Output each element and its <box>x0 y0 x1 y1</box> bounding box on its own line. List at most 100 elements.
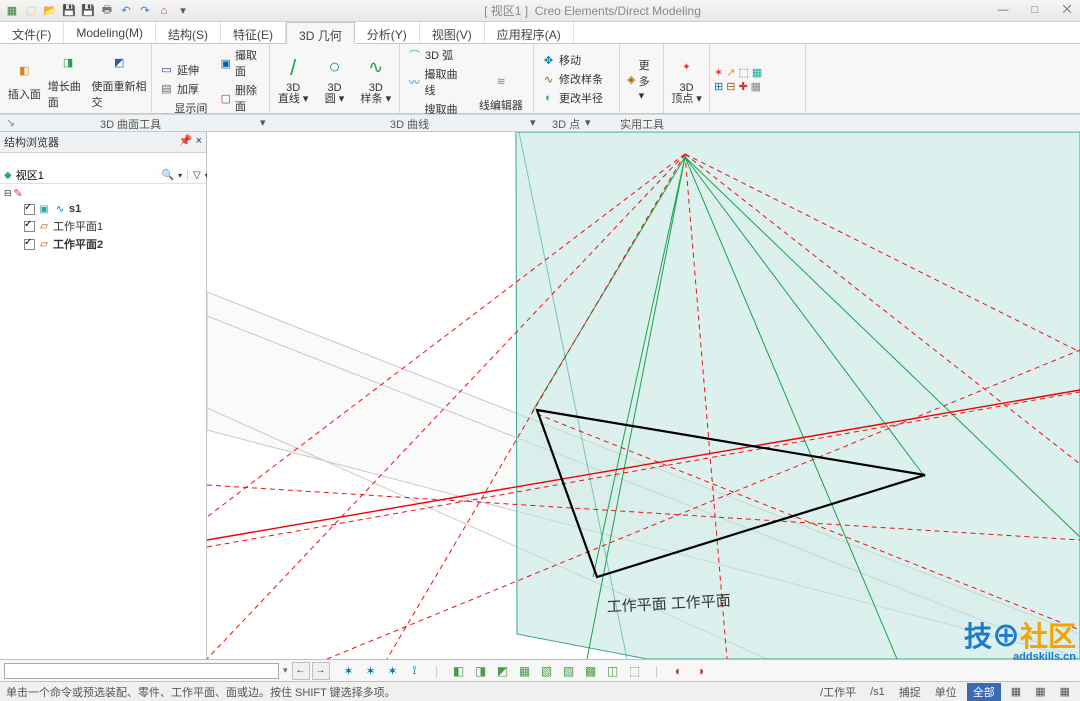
checkbox[interactable] <box>24 204 35 215</box>
axis-icon[interactable]: ✶ <box>340 662 358 680</box>
more2-button[interactable]: ◈更多 ▾ <box>624 56 659 103</box>
cube-icon[interactable]: ▨ <box>560 662 578 680</box>
status-snap[interactable]: 捕捉 <box>895 684 925 700</box>
tab-application[interactable]: 应用程序(A) <box>485 22 574 43</box>
ribbon-tabs: 文件(F) Modeling(M) 结构(S) 特征(E) 3D 几何 分析(Y… <box>0 22 1080 44</box>
cube-icon[interactable]: ◩ <box>494 662 512 680</box>
save-icon[interactable]: 💾 <box>61 3 77 19</box>
part-icon: ▣ <box>37 202 51 216</box>
structure-browser-panel: 结构浏览器 📌 × ◆ 🔍▾ | ▽▾ ⊟ ✎ ▣ ∿ s1 ▱ 工作平面1 <box>0 132 207 659</box>
tool-icon[interactable]: ▦ <box>751 80 761 93</box>
pickface-button[interactable]: ▣撮取面 <box>217 46 265 80</box>
status-message: 单击一个命令或预选装配、零件、工作平面、面或边。按住 SHIFT 键选择多项。 <box>6 684 396 700</box>
cube-icon[interactable]: ◧ <box>450 662 468 680</box>
workplane-icon: ▱ <box>37 237 51 251</box>
tool-icon[interactable]: ✶ <box>714 66 723 79</box>
new-icon[interactable]: ▢ <box>23 3 39 19</box>
command-input[interactable] <box>4 663 279 679</box>
insert-face-button[interactable]: ◧插入面 <box>4 55 45 104</box>
tool-icon[interactable]: ⬚ <box>738 66 748 79</box>
tab-view[interactable]: 视图(V) <box>420 22 485 43</box>
pin-icon[interactable]: 📌 <box>179 135 193 147</box>
watermark-logo: 技⊕社区 addskills.cn <box>964 615 1076 663</box>
filter-input[interactable] <box>16 169 158 181</box>
3dvertex-button[interactable]: ✦3D 顶点 ▾ <box>668 52 705 107</box>
tab-modeling[interactable]: Modeling(M) <box>64 22 156 43</box>
saveall-icon[interactable]: 💾 <box>80 3 96 19</box>
tab-analysis[interactable]: 分析(Y) <box>355 22 420 43</box>
deleteface-button[interactable]: ▢删除面 <box>217 81 265 115</box>
cmd-dropdown-icon[interactable]: ▾ <box>283 665 288 676</box>
print-icon[interactable]: 🖶 <box>99 3 115 19</box>
command-bar: ▾ ← → ✶ ✶ ✶ ⟟ | ◧ ◨ ◩ ▦ ▧ ▨ ▩ ◫ ⬚ | ◐ ◑ <box>0 659 1080 681</box>
panel-header: 结构浏览器 📌 × <box>0 132 206 153</box>
qat-dropdown-icon[interactable]: ▾ <box>175 3 191 19</box>
axis-icon[interactable]: ✶ <box>362 662 380 680</box>
minimize-button[interactable]: — <box>994 4 1012 17</box>
extend-surface-button[interactable]: ◨增长曲面 <box>48 47 89 112</box>
cmd-fwd-button[interactable]: → <box>312 662 330 680</box>
status-all[interactable]: 全部 <box>967 683 1001 701</box>
cube-icon[interactable]: ◨ <box>472 662 490 680</box>
tool-icon[interactable]: ✚ <box>738 80 747 93</box>
open-icon[interactable]: 📂 <box>42 3 58 19</box>
tree-node-s1[interactable]: ▣ ∿ s1 <box>2 201 204 217</box>
maximize-button[interactable]: □ <box>1026 4 1044 17</box>
checkbox[interactable] <box>24 239 35 250</box>
tab-feature[interactable]: 特征(E) <box>221 22 286 43</box>
changeradius-button[interactable]: ◐更改半径 <box>538 89 606 107</box>
reintersect-face-button[interactable]: ◩使面重新相交 <box>91 47 147 112</box>
panel-filter-row: ◆ 🔍▾ | ▽▾ <box>0 167 206 184</box>
tool-icon[interactable]: ▦ <box>752 66 762 79</box>
curve-editor-button[interactable]: ≋线编辑器 <box>473 66 529 115</box>
workplane-icon: ▱ <box>37 219 51 233</box>
tree-node-wp1[interactable]: ▱ 工作平面1 <box>2 217 204 235</box>
close-button[interactable]: ⨉ <box>1058 4 1076 17</box>
status-part[interactable]: /s1 <box>866 686 889 698</box>
3dcircle-button[interactable]: ○3D 圆 ▾ <box>315 52 353 107</box>
shade-icon[interactable]: ◑ <box>692 662 710 680</box>
ribbon-group-labels: ↘ 3D 曲面工具 ▾ 3D 曲线 ▾ 3D 点 ▾ 实用工具 <box>0 114 1080 132</box>
tab-3dgeometry[interactable]: 3D 几何 <box>286 22 355 44</box>
undo-icon[interactable]: ↶ <box>118 3 134 19</box>
quick-access-toolbar: ▦ ▢ 📂 💾 💾 🖶 ↶ ↷ ⌂ ▾ <box>4 3 191 19</box>
move-button[interactable]: ✥移动 <box>538 51 606 69</box>
cmd-back-button[interactable]: ← <box>292 662 310 680</box>
redo-icon[interactable]: ↷ <box>137 3 153 19</box>
cube-icon[interactable]: ⬚ <box>626 662 644 680</box>
panel-close-icon[interactable]: × <box>196 135 202 147</box>
pickcurve-button[interactable]: 〰撮取曲线 <box>404 65 470 99</box>
axis-icon[interactable]: ✶ <box>384 662 402 680</box>
thicken-button[interactable]: ▤加厚 <box>156 80 214 98</box>
tool-icon[interactable]: ⊞ <box>714 80 723 93</box>
3dline-button[interactable]: /3D 直线 ▾ <box>274 52 312 107</box>
tool-icon[interactable]: ↗ <box>726 66 735 79</box>
cube-icon[interactable]: ▧ <box>538 662 556 680</box>
cube-icon[interactable]: ▩ <box>582 662 600 680</box>
filter-icon[interactable]: ▽ <box>193 170 201 181</box>
model-tree[interactable]: ⊟ ✎ ▣ ∿ s1 ▱ 工作平面1 ▱ 工作平面2 <box>0 184 206 255</box>
search-icon[interactable]: 🔍 <box>162 170 174 181</box>
tool-icon[interactable]: ⊟ <box>726 80 735 93</box>
view-toolbar: ✶ ✶ ✶ ⟟ | ◧ ◨ ◩ ▦ ▧ ▨ ▩ ◫ ⬚ | ◐ ◑ <box>340 662 710 680</box>
3darc-button[interactable]: ⌒3D 弧 <box>404 46 470 64</box>
axis-icon[interactable]: ⟟ <box>406 662 424 680</box>
ribbon: ◧插入面 ◨增长曲面 ◩使面重新相交 ▭延伸 ▤加厚 ◌显示间隙 ▣撮取面 ▢删… <box>0 44 1080 114</box>
cube-icon[interactable]: ▦ <box>516 662 534 680</box>
cube-icon[interactable]: ◫ <box>604 662 622 680</box>
curve-icon: ∿ <box>53 202 67 216</box>
3d-viewport[interactable]: 工作平面 工作平面 <box>207 132 1080 659</box>
checkbox[interactable] <box>24 221 35 232</box>
tree-node-wp2[interactable]: ▱ 工作平面2 <box>2 235 204 253</box>
app-menu-icon[interactable]: ▦ <box>4 3 20 19</box>
home-icon[interactable]: ⌂ <box>156 3 172 19</box>
status-units[interactable]: 单位 <box>931 684 961 700</box>
tab-file[interactable]: 文件(F) <box>0 22 64 43</box>
modspline-button[interactable]: ∿修改样条 <box>538 70 606 88</box>
tab-structure[interactable]: 结构(S) <box>156 22 221 43</box>
3dspline-button[interactable]: ∿3D 样条 ▾ <box>357 52 395 107</box>
shade-icon[interactable]: ◐ <box>670 662 688 680</box>
status-wp[interactable]: /工作平 <box>816 684 860 700</box>
extend-button[interactable]: ▭延伸 <box>156 61 214 79</box>
tree-icon: ◆ <box>4 170 12 181</box>
